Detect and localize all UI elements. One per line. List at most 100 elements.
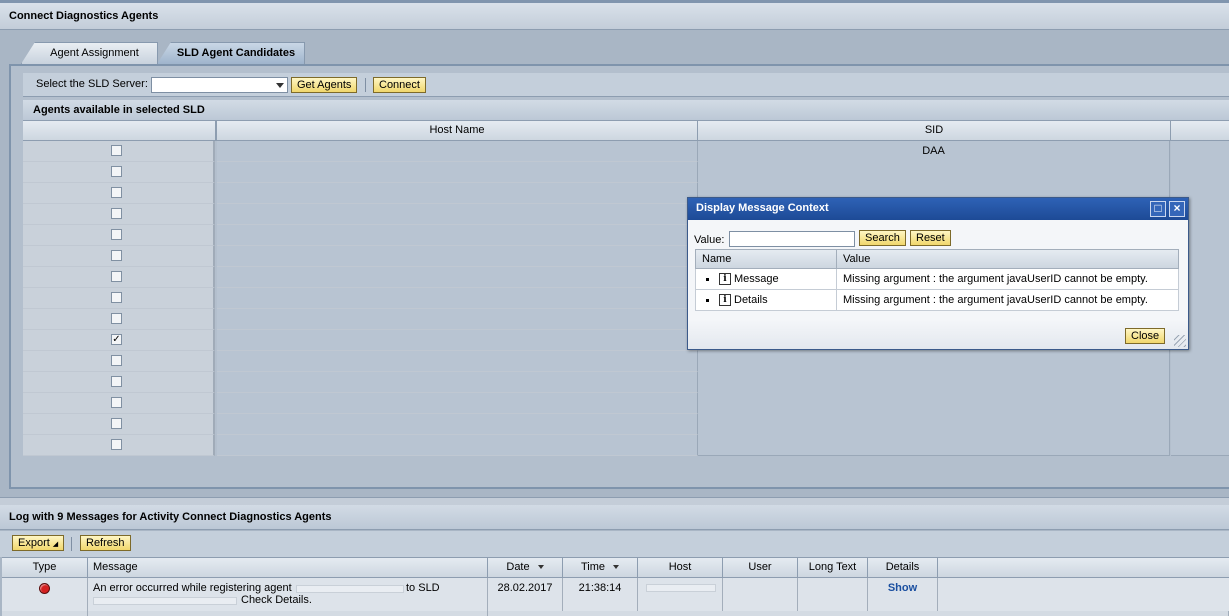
log-column-host[interactable]: Host	[638, 557, 723, 578]
log-cell-type	[2, 578, 88, 611]
log-toolbar: Export ◢ Refresh	[0, 531, 1229, 557]
masked-host	[646, 584, 716, 592]
sld-server-dropdown[interactable]	[151, 77, 288, 93]
filter-icon[interactable]	[613, 565, 620, 570]
maximize-icon[interactable]: □	[1150, 201, 1166, 217]
agent-checkbox[interactable]	[111, 145, 122, 156]
log-message-text-1: An error occurred while registering agen…	[93, 582, 292, 594]
sld-server-label: Select the SLD Server:	[36, 78, 148, 90]
agent-checkbox[interactable]	[111, 418, 122, 429]
agent-row-host	[217, 141, 698, 162]
show-details-link[interactable]: Show	[888, 582, 917, 594]
agent-row-host	[217, 393, 698, 414]
refresh-button[interactable]: Refresh	[80, 535, 131, 551]
log-column-date-label: Date	[506, 561, 530, 573]
agent-checkbox[interactable]	[111, 250, 122, 261]
resize-grip-icon[interactable]	[1174, 335, 1186, 347]
agent-checkbox[interactable]: ✓	[111, 334, 122, 345]
tab-agent-assignment[interactable]: Agent Assignment	[21, 42, 158, 64]
agent-row-select	[23, 267, 215, 288]
masked-agent-name	[296, 585, 404, 593]
log-cell-user	[723, 578, 798, 611]
agent-checkbox[interactable]	[111, 187, 122, 198]
dialog-titlebar[interactable]: Display Message Context □ ×	[688, 198, 1188, 220]
agent-checkbox[interactable]	[111, 313, 122, 324]
agent-checkbox[interactable]	[111, 397, 122, 408]
column-header-host-name[interactable]: Host Name	[217, 121, 698, 141]
agent-row-host	[217, 204, 698, 225]
close-button[interactable]: Close	[1125, 328, 1166, 344]
agent-row-select	[23, 183, 215, 204]
log-column-message[interactable]: Message	[88, 557, 488, 578]
agent-row-host	[217, 246, 698, 267]
log-column-time[interactable]: Time	[563, 557, 638, 578]
agent-row-select	[23, 351, 215, 372]
filter-icon[interactable]	[537, 565, 544, 570]
agent-row-host	[217, 288, 698, 309]
agent-row-select	[23, 435, 215, 456]
agent-row-host	[217, 162, 698, 183]
log-message-text-2: to SLD	[406, 582, 440, 594]
column-header-select	[23, 121, 217, 141]
agent-row-select	[23, 393, 215, 414]
agent-row-host	[217, 267, 698, 288]
agent-checkbox[interactable]	[111, 355, 122, 366]
error-status-icon	[39, 583, 50, 594]
agent-row-select	[23, 162, 215, 183]
agent-row-host	[217, 414, 698, 435]
log-cell-time: 21:38:14	[563, 578, 638, 611]
sld-toolbar: Select the SLD Server: Get Agents Connec…	[23, 73, 1229, 97]
page-title: Connect Diagnostics Agents	[9, 10, 159, 22]
sid-value: DAA	[922, 145, 945, 157]
dialog-column-name[interactable]: Name	[695, 249, 837, 269]
section-splitter[interactable]	[0, 497, 1229, 505]
log-column-details[interactable]: Details	[868, 557, 938, 578]
log-column-date[interactable]: Date	[488, 557, 563, 578]
tab-sld-agent-candidates[interactable]: SLD Agent Candidates	[157, 42, 305, 64]
log-cell-host	[638, 578, 723, 611]
log-column-long-text[interactable]: Long Text	[798, 557, 868, 578]
agent-checkbox[interactable]	[111, 439, 122, 450]
agent-checkbox[interactable]	[111, 376, 122, 387]
dialog-column-value[interactable]: Value	[836, 249, 1179, 269]
agent-checkbox[interactable]	[111, 292, 122, 303]
export-button[interactable]: Export ◢	[12, 535, 65, 551]
dialog-title: Display Message Context	[696, 202, 829, 214]
column-header-extra	[1171, 121, 1229, 141]
agent-checkbox[interactable]	[111, 208, 122, 219]
agent-row-host	[217, 225, 698, 246]
message-context-dialog: Display Message Context □ × Value: Searc…	[687, 197, 1189, 350]
dialog-row-value: Missing argument : the argument javaUser…	[836, 269, 1179, 290]
agent-checkbox[interactable]	[111, 229, 122, 240]
info-icon: i	[719, 273, 731, 286]
close-icon[interactable]: ×	[1169, 201, 1185, 217]
log-header: Log with 9 Messages for Activity Connect…	[0, 505, 1229, 530]
info-icon: i	[719, 294, 731, 307]
masked-sld-name	[93, 597, 237, 605]
search-button[interactable]: Search	[859, 230, 906, 246]
agents-table-caption: Agents available in selected SLD	[23, 100, 1229, 121]
log-cell-filler	[938, 578, 1229, 611]
agent-row-select	[23, 141, 215, 162]
agent-row-host	[217, 372, 698, 393]
column-header-sid[interactable]: SID	[698, 121, 1171, 141]
value-input[interactable]	[729, 231, 855, 247]
connect-button[interactable]: Connect	[373, 77, 426, 93]
get-agents-button[interactable]: Get Agents	[291, 77, 358, 93]
value-label: Value:	[694, 234, 725, 246]
export-label: Export	[18, 537, 50, 549]
agent-row-select: ✓	[23, 330, 215, 351]
log-cell-long-text	[798, 578, 868, 611]
agent-row-select	[23, 204, 215, 225]
log-title: Log with 9 Messages for Activity Connect…	[9, 511, 332, 523]
agent-row-select	[23, 372, 215, 393]
log-column-user[interactable]: User	[723, 557, 798, 578]
agent-row-select	[23, 414, 215, 435]
agent-checkbox[interactable]	[111, 271, 122, 282]
log-column-time-label: Time	[580, 561, 606, 573]
log-column-type[interactable]: Type	[2, 557, 88, 578]
reset-button[interactable]: Reset	[910, 230, 951, 246]
agent-checkbox[interactable]	[111, 166, 122, 177]
log-column-filler	[938, 557, 1229, 578]
dialog-row-value: Missing argument : the argument javaUser…	[836, 290, 1179, 311]
